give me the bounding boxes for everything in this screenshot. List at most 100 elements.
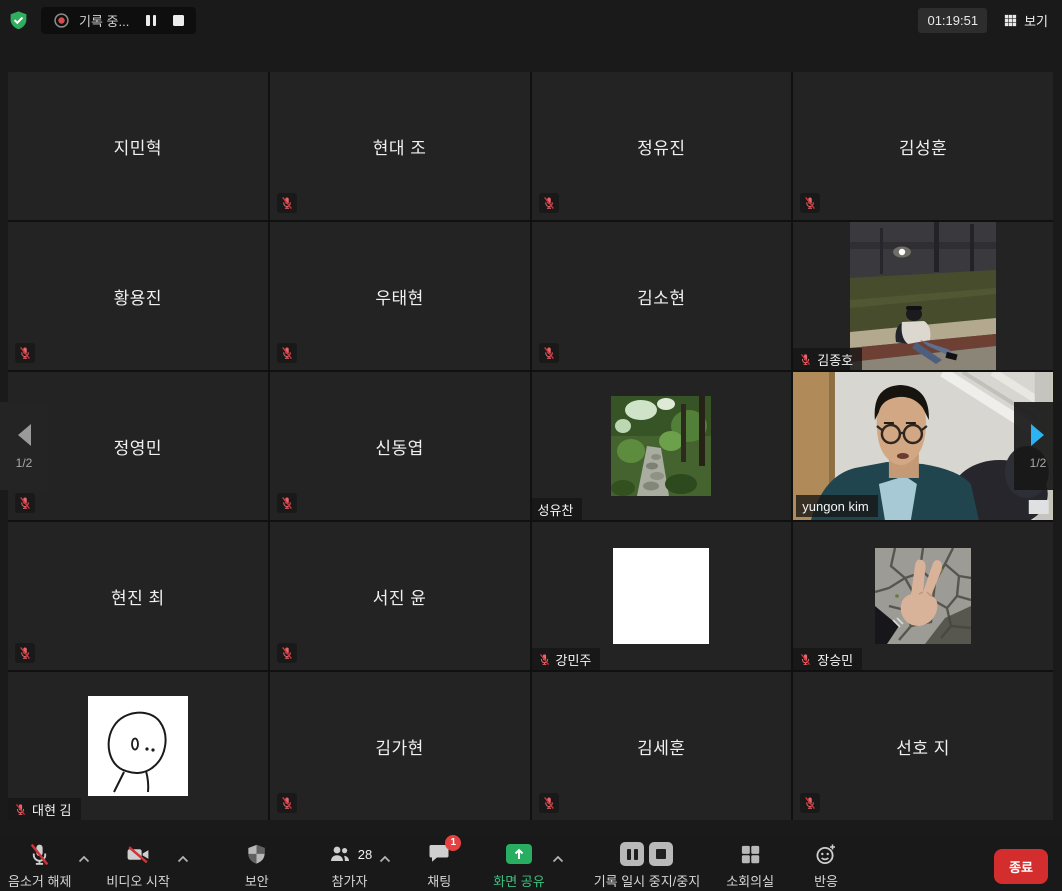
chat-button[interactable]: 1 채팅 [427, 841, 451, 890]
unmute-button[interactable]: 음소거 해제 [8, 841, 71, 890]
next-page-button[interactable]: 1/2 [1014, 402, 1062, 490]
participant-name: 김종호 [817, 350, 853, 369]
meeting-security-shield-icon[interactable] [8, 9, 29, 32]
participant-tile[interactable]: 지민혁 [8, 72, 268, 220]
participant-name-label: 김종호 [793, 348, 862, 370]
participant-name: 신동엽 [270, 372, 530, 520]
muted-mic-icon [799, 653, 812, 666]
participant-tile[interactable]: 김가현 [270, 672, 530, 820]
pause-stop-recording-button[interactable]: 기록 일시 중지/중지 [594, 841, 701, 890]
muted-mic-icon [799, 353, 812, 366]
participants-button[interactable]: 28 참가자 [327, 841, 372, 890]
security-button[interactable]: 보안 [245, 841, 269, 890]
participant-name-label: 장승민 [793, 648, 862, 670]
mic-muted-icon [27, 842, 52, 867]
muted-mic-icon [277, 493, 297, 513]
participant-name: 우태현 [270, 222, 530, 370]
participant-name: 황용진 [8, 222, 268, 370]
unmute-label: 음소거 해제 [8, 871, 71, 890]
video-options-chevron[interactable] [177, 851, 189, 866]
zoom-meeting-window: 기록 중... 01:19:51 보기 지민혁 현대 조 [0, 0, 1062, 891]
muted-mic-icon [277, 343, 297, 363]
reactions-button[interactable]: 반응 [814, 841, 838, 890]
participant-tile[interactable]: 김종호 [793, 222, 1053, 370]
prev-page-button[interactable]: 1/2 [0, 402, 48, 490]
muted-mic-icon [800, 193, 820, 213]
muted-mic-icon [800, 793, 820, 813]
participant-tile[interactable]: 현진 최 [8, 522, 268, 670]
meeting-timer: 01:19:51 [918, 8, 987, 33]
breakout-rooms-label: 소회의실 [726, 871, 774, 890]
participant-tile[interactable]: 김세훈 [532, 672, 792, 820]
camera-off-icon [125, 842, 151, 867]
breakout-rooms-icon [739, 843, 762, 866]
participant-tile[interactable]: 서진 윤 [270, 522, 530, 670]
muted-mic-icon [539, 343, 559, 363]
start-video-button[interactable]: 비디오 시작 [106, 841, 169, 890]
breakout-rooms-button[interactable]: 소회의실 [726, 841, 774, 890]
participant-name-label: 대현 김 [8, 798, 81, 820]
top-bar-right: 01:19:51 보기 [918, 8, 1048, 33]
video-stage: 지민혁 현대 조 정유진 김성훈 황용진 우태현 [0, 40, 1062, 835]
participant-tile[interactable]: 장승민 [793, 522, 1053, 670]
participant-name: 김세훈 [532, 672, 792, 820]
audio-options-chevron[interactable] [78, 851, 90, 866]
participant-name-label: 성유찬 [532, 498, 583, 520]
end-meeting-button[interactable]: 종료 [994, 849, 1048, 884]
recording-stop-button[interactable] [173, 15, 184, 26]
participant-tile[interactable]: 강민주 [532, 522, 792, 670]
shield-check-icon [8, 9, 29, 32]
recording-status-label: 기록 중... [79, 11, 129, 30]
muted-mic-icon [277, 793, 297, 813]
chat-unread-badge: 1 [445, 835, 461, 851]
participant-tile[interactable]: 정유진 [532, 72, 792, 220]
participant-name: 현진 최 [8, 522, 268, 670]
muted-mic-icon [15, 493, 35, 513]
chevron-up-icon [379, 855, 391, 863]
muted-mic-icon [15, 343, 35, 363]
participant-tile[interactable]: 선호 지 [793, 672, 1053, 820]
participant-name-label: 강민주 [532, 648, 601, 670]
participant-tile[interactable]: 김성훈 [793, 72, 1053, 220]
muted-mic-icon [539, 793, 559, 813]
pause-icon [146, 15, 156, 26]
participant-tile[interactable]: 현대 조 [270, 72, 530, 220]
chevron-left-icon [16, 423, 32, 447]
pause-stop-recording-label: 기록 일시 중지/중지 [594, 871, 701, 890]
muted-mic-icon [538, 653, 551, 666]
pause-recording-icon [620, 842, 644, 866]
participant-tile[interactable]: 우태현 [270, 222, 530, 370]
participants-options-chevron[interactable] [379, 851, 391, 866]
chat-label: 채팅 [427, 871, 451, 890]
stop-icon [173, 15, 184, 26]
participant-tile[interactable]: 황용진 [8, 222, 268, 370]
share-options-chevron[interactable] [552, 851, 564, 866]
participants-count: 28 [358, 847, 372, 862]
participant-name: 김성훈 [793, 72, 1053, 220]
recording-indicator: 기록 중... [41, 7, 196, 34]
meeting-toolbar: 음소거 해제 비디오 시작 보안 28 참가자 [0, 835, 1062, 891]
start-video-label: 비디오 시작 [106, 871, 169, 890]
participant-name: 강민주 [556, 650, 592, 669]
muted-mic-icon [539, 193, 559, 213]
recording-pause-button[interactable] [146, 15, 156, 26]
participant-tile[interactable]: 신동엽 [270, 372, 530, 520]
view-button[interactable]: 보기 [1003, 11, 1048, 30]
record-dot-icon [53, 12, 70, 29]
chevron-right-icon [1030, 423, 1046, 447]
participant-name: 대현 김 [32, 800, 72, 819]
participant-name-label: yungon kim [796, 495, 877, 517]
participant-tile[interactable]: 김소현 [532, 222, 792, 370]
participant-name: 서진 윤 [270, 522, 530, 670]
participant-name: 성유찬 [538, 500, 574, 519]
participant-name: 장승민 [817, 650, 853, 669]
stop-recording-icon [649, 842, 673, 866]
participant-grid: 지민혁 현대 조 정유진 김성훈 황용진 우태현 [8, 72, 1053, 820]
participant-name: 김가현 [270, 672, 530, 820]
participant-name: 지민혁 [8, 72, 268, 220]
participant-tile[interactable]: 대현 김 [8, 672, 268, 820]
page-indicator: 1/2 [16, 456, 33, 470]
share-screen-button[interactable]: 화면 공유 [493, 841, 544, 890]
view-button-label: 보기 [1024, 11, 1048, 30]
participant-tile[interactable]: 성유찬 [532, 372, 792, 520]
